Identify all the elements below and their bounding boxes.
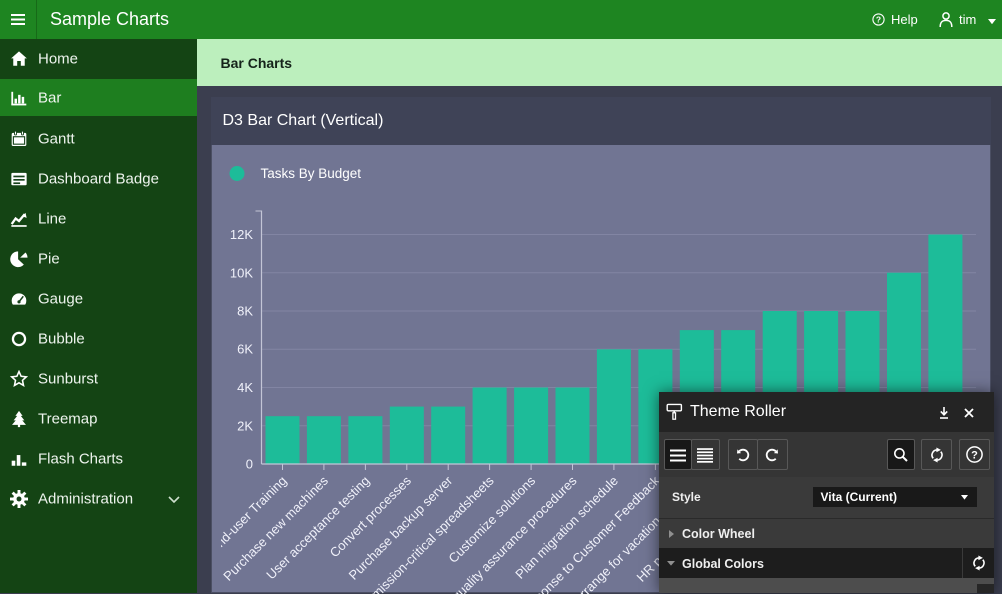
svg-text:10K: 10K (230, 265, 253, 280)
svg-text:2K: 2K (237, 418, 253, 433)
svg-text:4K: 4K (237, 380, 253, 395)
svg-text:0: 0 (246, 456, 253, 471)
svg-text:6K: 6K (237, 341, 253, 356)
svg-text:?: ? (971, 449, 978, 461)
svg-text:12K: 12K (230, 227, 253, 242)
svg-text:?: ? (876, 15, 881, 25)
svg-text:Tasks By Budget: Tasks By Budget (261, 166, 362, 181)
svg-text:8K: 8K (237, 303, 253, 318)
